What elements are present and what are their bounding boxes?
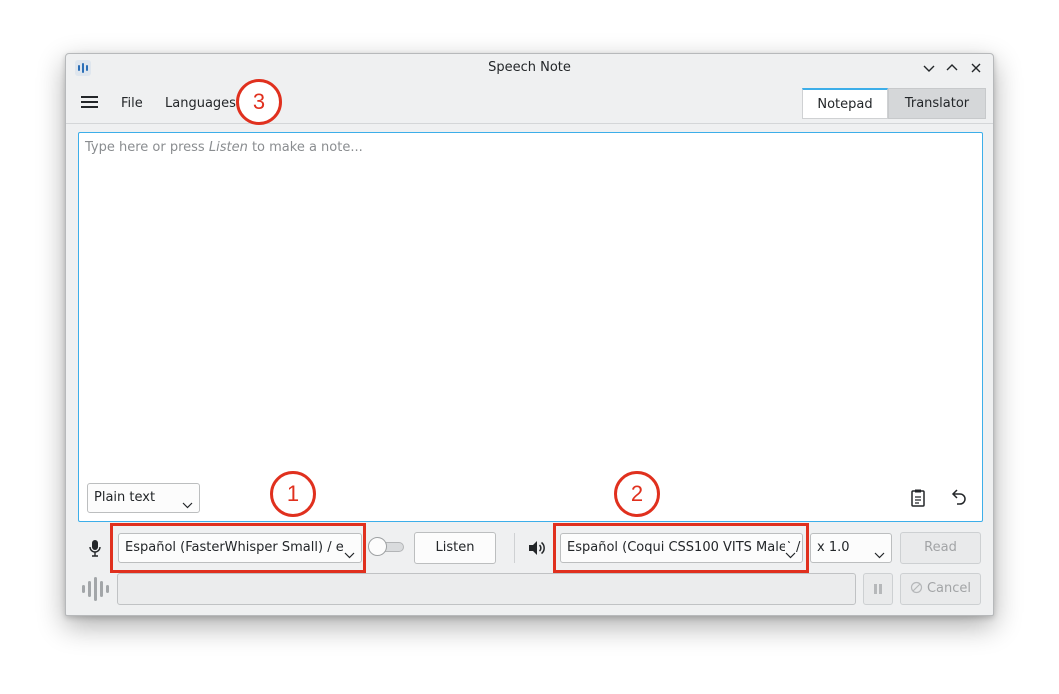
tab-translator[interactable]: Translator	[888, 88, 986, 119]
cancel-button[interactable]: Cancel	[900, 573, 981, 605]
minimize-icon[interactable]	[920, 59, 938, 77]
hamburger-menu-icon[interactable]	[81, 96, 99, 110]
audio-waveform-icon	[80, 576, 110, 602]
listen-button[interactable]: Listen	[414, 532, 496, 564]
annotation-box-stt-model	[110, 523, 366, 573]
close-icon[interactable]	[967, 59, 985, 77]
annotation-callout-1: 1	[270, 471, 316, 517]
editor-placeholder: Type here or press Listen to make a note…	[85, 140, 363, 155]
clipboard-icon[interactable]	[907, 487, 929, 509]
status-progress-bar	[117, 573, 856, 605]
window-title: Speech Note	[488, 60, 571, 75]
toolbar: File Languages Notepad Translator	[66, 82, 993, 124]
chevron-down-icon	[182, 493, 193, 509]
speech-speed-select[interactable]: x 1.0	[810, 533, 892, 563]
tab-notepad[interactable]: Notepad	[802, 88, 888, 119]
text-format-select[interactable]: Plain text	[87, 483, 200, 513]
read-button[interactable]: Read	[900, 532, 981, 564]
undo-icon[interactable]	[947, 487, 969, 509]
annotation-box-tts-model	[553, 523, 809, 573]
listen-mode-toggle[interactable]	[368, 537, 404, 556]
menu-languages[interactable]: Languages	[165, 96, 236, 111]
pause-button[interactable]	[863, 573, 893, 605]
menu-file[interactable]: File	[121, 96, 143, 111]
pause-icon	[874, 584, 882, 594]
title-bar[interactable]: Speech Note	[66, 54, 993, 82]
annotation-callout-2: 2	[614, 471, 660, 517]
annotation-callout-3: 3	[236, 79, 282, 125]
maximize-icon[interactable]	[943, 59, 961, 77]
note-editor[interactable]: Type here or press Listen to make a note…	[78, 132, 983, 522]
chevron-down-icon	[874, 543, 885, 559]
speaker-icon	[526, 537, 548, 559]
cancel-icon	[910, 581, 923, 594]
divider	[514, 533, 515, 563]
microphone-icon	[84, 537, 106, 559]
